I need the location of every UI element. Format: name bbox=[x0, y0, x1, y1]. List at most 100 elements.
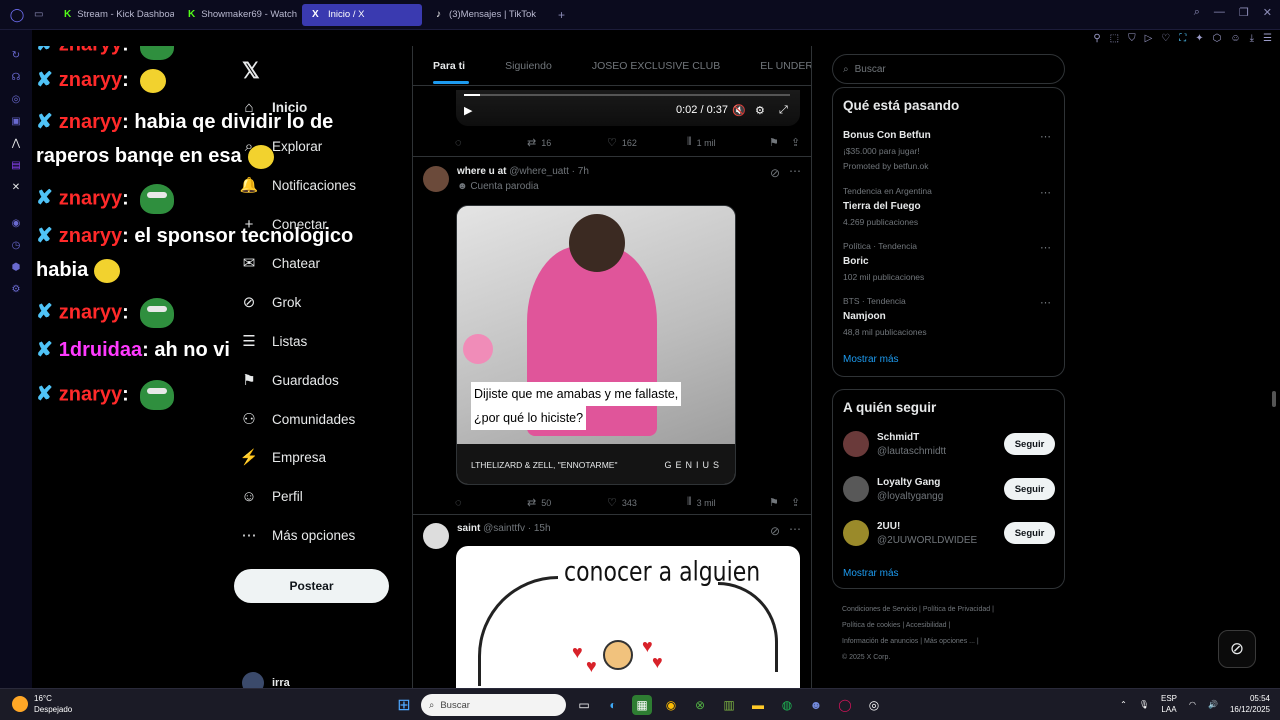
grok-analyze-icon[interactable]: ⊘ bbox=[770, 524, 780, 538]
heart-icon[interactable]: ♡ bbox=[1161, 33, 1170, 44]
language-indicator[interactable]: ESP LAA bbox=[1161, 693, 1177, 715]
feed-tab[interactable]: JOSEO EXCLUSIVE CLUB bbox=[572, 46, 740, 86]
xbox-icon[interactable]: ⊗ bbox=[690, 695, 710, 715]
instagram-icon[interactable]: ◎ bbox=[12, 94, 21, 105]
nav-item-notificaciones[interactable]: 🔔 Notificaciones bbox=[240, 176, 356, 194]
minecraft-icon[interactable]: ▦ bbox=[632, 695, 652, 715]
menu-icon[interactable]: ☰ bbox=[1263, 33, 1272, 44]
follow-name[interactable]: SchmidT bbox=[877, 432, 946, 443]
footer-link[interactable]: Política de Privacidad bbox=[923, 606, 990, 613]
wifi-icon[interactable]: ◠ bbox=[1189, 700, 1196, 709]
taskbar-search-input[interactable] bbox=[440, 699, 531, 711]
task-view-icon[interactable]: ▭ bbox=[574, 695, 594, 715]
x-logo-icon[interactable]: 𝕏 bbox=[242, 58, 260, 84]
start-button[interactable]: ⊞ bbox=[394, 695, 414, 715]
more-icon[interactable]: ⋯ bbox=[1040, 130, 1051, 143]
reply-button[interactable]: ◌ bbox=[455, 496, 527, 509]
crop-icon[interactable]: ⬚ bbox=[1110, 33, 1119, 44]
nav-item-chatear[interactable]: ✉ Chatear bbox=[240, 254, 320, 272]
tweet-media-image[interactable]: conocer a alguien ♥ ♥ ♥ ♥ bbox=[456, 546, 800, 688]
clock-icon[interactable]: ◷ bbox=[12, 240, 21, 251]
mail-icon[interactable]: ▣ bbox=[11, 116, 20, 127]
tab-sidebar-icon[interactable]: ▭ bbox=[34, 9, 54, 20]
nav-item-empresa[interactable]: ⚡ Empresa bbox=[240, 448, 326, 466]
pin-icon[interactable]: ⚲ bbox=[1093, 33, 1100, 44]
reply-button[interactable]: ◌ bbox=[455, 136, 527, 149]
player-icon[interactable]: ◉ bbox=[12, 218, 21, 229]
avatar[interactable] bbox=[843, 520, 869, 546]
chevron-up-icon[interactable]: ⌃ bbox=[1120, 700, 1127, 709]
follow-show-more[interactable]: Mostrar más bbox=[843, 568, 899, 579]
more-icon[interactable]: ⋯ bbox=[1040, 186, 1051, 199]
nav-item-guardados[interactable]: ⚑ Guardados bbox=[240, 371, 339, 389]
twitch-icon[interactable]: ▤ bbox=[11, 160, 20, 171]
avatar[interactable] bbox=[843, 476, 869, 502]
microphone-icon[interactable]: 🎙 bbox=[1139, 700, 1149, 709]
minimize-icon[interactable]: — bbox=[1214, 6, 1225, 19]
search-box[interactable]: ⌕ bbox=[832, 54, 1065, 84]
nav-item-más-opciones[interactable]: ⋯ Más opciones bbox=[240, 526, 356, 544]
views-button[interactable]: ⫴ 1 mil bbox=[687, 136, 769, 149]
play-icon[interactable]: ▷ bbox=[1145, 33, 1153, 44]
new-tab-button[interactable]: + bbox=[558, 8, 565, 22]
retweet-button[interactable]: ⇄ 16 bbox=[527, 136, 607, 149]
follow-name[interactable]: 2UU! bbox=[877, 521, 977, 532]
tweet-handle[interactable]: @where_uatt · 7h bbox=[509, 166, 589, 177]
tweet-handle[interactable]: @sainttfv · 15h bbox=[483, 523, 550, 534]
play-icon[interactable]: ▶ bbox=[464, 104, 472, 117]
opera-gx-icon[interactable]: ◎ bbox=[864, 695, 884, 715]
nav-item-comunidades[interactable]: ⚇ Comunidades bbox=[240, 410, 355, 428]
nav-item-explorar[interactable]: ⌕ Explorar bbox=[240, 137, 322, 155]
history-icon[interactable]: ↻ bbox=[12, 50, 20, 61]
feed-tab[interactable]: Para ti bbox=[413, 46, 485, 86]
nav-item-inicio[interactable]: ⌂ Inicio bbox=[240, 98, 307, 116]
bookmark-button[interactable]: ⚑ bbox=[769, 136, 791, 149]
trend-item[interactable]: Tendencia en Argentina Tierra del Fuego 4.… bbox=[843, 186, 1055, 227]
account-switcher[interactable]: irra bbox=[242, 672, 290, 688]
browser-tab[interactable]: X Inicio / X bbox=[302, 3, 422, 26]
follow-button[interactable]: Seguir bbox=[1004, 478, 1055, 500]
trend-item[interactable]: BTS · Tendencia Namjoon 48,8 mil publicaci… bbox=[843, 296, 1055, 337]
browser-tab[interactable]: K Showmaker69 - Watch th bbox=[178, 4, 298, 26]
avatar[interactable] bbox=[423, 523, 449, 549]
search-input[interactable] bbox=[854, 63, 1035, 75]
more-icon[interactable]: ⋯ bbox=[789, 522, 801, 536]
page-scrollbar[interactable] bbox=[1272, 391, 1276, 407]
feed-tab[interactable]: EL UNDER. bbox=[740, 46, 811, 86]
settings-icon[interactable]: ⚙ bbox=[12, 284, 21, 295]
trends-show-more[interactable]: Mostrar más bbox=[843, 354, 899, 365]
browser-tab[interactable]: K Stream - Kick Dashboard bbox=[54, 4, 174, 26]
settings-icon[interactable]: ⚙ bbox=[755, 104, 765, 117]
x-icon[interactable]: ✕ bbox=[12, 182, 20, 193]
chrome-icon[interactable]: ◉ bbox=[661, 695, 681, 715]
cube-rail-icon[interactable]: ⬢ bbox=[12, 262, 21, 273]
views-button[interactable]: ⫴ 3 mil bbox=[687, 496, 769, 509]
video-progress-bar[interactable] bbox=[464, 94, 790, 96]
tweet-author[interactable]: saint bbox=[457, 523, 480, 534]
nav-item-grok[interactable]: ⊘ Grok bbox=[240, 293, 302, 311]
like-button[interactable]: ♡ 343 bbox=[607, 496, 687, 509]
footer-link[interactable]: Condiciones de Servicio bbox=[842, 606, 917, 613]
messenger-icon[interactable]: ☊ bbox=[12, 72, 21, 83]
like-button[interactable]: ♡ 162 bbox=[607, 136, 687, 149]
nav-item-listas[interactable]: ☰ Listas bbox=[240, 332, 307, 350]
extension-logo-icon[interactable]: ⛶ bbox=[1179, 33, 1186, 44]
puzzle-icon[interactable]: ✦ bbox=[1195, 33, 1203, 44]
taskbar-search[interactable]: ⌕ bbox=[421, 694, 566, 716]
nav-item-perfil[interactable]: ☺ Perfil bbox=[240, 487, 302, 505]
fullscreen-icon[interactable]: ⤢ bbox=[779, 104, 788, 117]
clock[interactable]: 05:54 16/12/2025 bbox=[1230, 693, 1270, 715]
nav-item-conectar[interactable]: + Conectar bbox=[240, 215, 327, 233]
more-icon[interactable]: ⋯ bbox=[789, 164, 801, 178]
kick-icon[interactable]: ⋀ bbox=[12, 138, 20, 149]
more-icon[interactable]: ⋯ bbox=[1040, 296, 1051, 309]
app-icon[interactable]: ▥ bbox=[719, 695, 739, 715]
browser-logo-icon[interactable]: ◯ bbox=[0, 7, 34, 23]
follow-name[interactable]: Loyalty Gang bbox=[877, 477, 943, 488]
download-icon[interactable]: ⤓ bbox=[1250, 33, 1254, 44]
file-explorer-icon[interactable]: ▬ bbox=[748, 695, 768, 715]
cube-icon[interactable]: ⬡ bbox=[1213, 33, 1222, 44]
grok-floating-button[interactable]: ⊘ bbox=[1218, 630, 1256, 668]
share-button[interactable]: ⇪ bbox=[791, 136, 800, 149]
footer-link[interactable]: Accesibilidad bbox=[906, 622, 947, 629]
